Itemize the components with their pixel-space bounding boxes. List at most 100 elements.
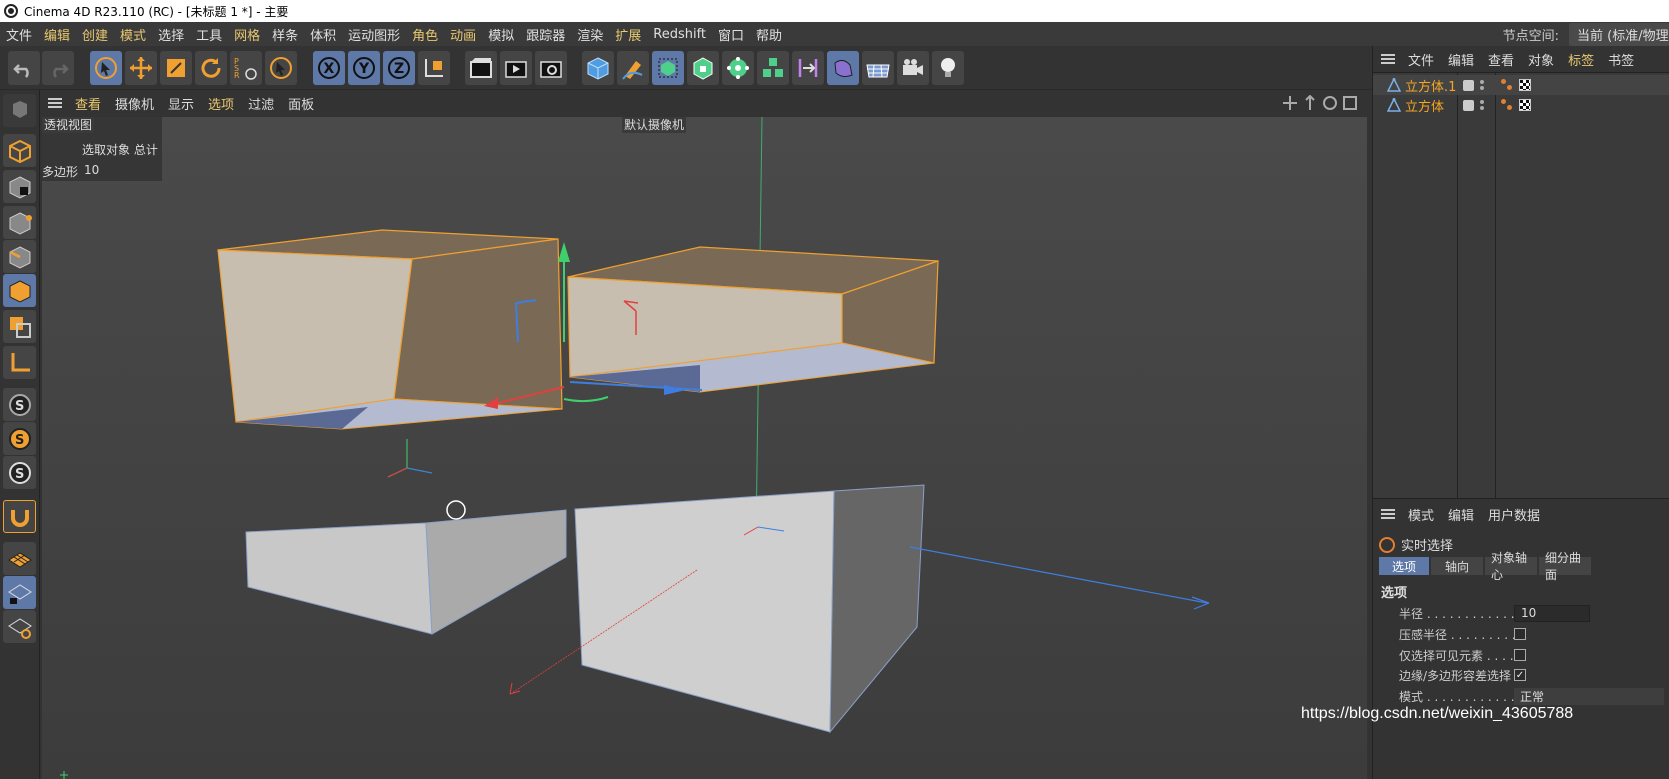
viewport-nav-icons[interactable] bbox=[1282, 95, 1362, 111]
menu-file[interactable]: 文件 bbox=[0, 25, 38, 44]
visibility-dots-icon[interactable] bbox=[1480, 80, 1484, 90]
magnet-icon[interactable] bbox=[3, 500, 36, 533]
objects-menu-view[interactable]: 查看 bbox=[1481, 50, 1521, 69]
object-name[interactable]: 立方体.1 bbox=[1405, 76, 1456, 95]
z-axis-icon[interactable]: Z bbox=[383, 51, 415, 85]
phong-tag-icon[interactable] bbox=[1501, 79, 1513, 91]
viewport-menu-icon[interactable] bbox=[48, 98, 62, 108]
object-row[interactable]: 立方体 bbox=[1373, 95, 1669, 115]
attributes-menu-user-data[interactable]: 用户数据 bbox=[1481, 505, 1547, 524]
extrude-icon[interactable] bbox=[687, 51, 719, 85]
menu-window[interactable]: 窗口 bbox=[712, 25, 750, 44]
render-region-icon[interactable] bbox=[465, 51, 497, 85]
tab-axis[interactable]: 轴向 bbox=[1431, 557, 1483, 575]
node-space-dropdown[interactable]: 当前 (标准/物理) bbox=[1569, 22, 1669, 46]
material-tag-icon[interactable] bbox=[1519, 79, 1531, 91]
layer-checkbox[interactable] bbox=[1463, 99, 1474, 111]
visible-only-checkbox[interactable] bbox=[1514, 649, 1526, 661]
radius-input[interactable]: 10 bbox=[1514, 604, 1590, 622]
menu-tracker[interactable]: 跟踪器 bbox=[520, 25, 571, 44]
cube-icon[interactable] bbox=[582, 51, 614, 85]
points-mode-icon[interactable] bbox=[3, 206, 36, 239]
phong-tag-icon[interactable] bbox=[1501, 99, 1513, 111]
menu-animate[interactable]: 动画 bbox=[444, 25, 482, 44]
y-axis-icon[interactable]: Y bbox=[348, 51, 380, 85]
move-icon[interactable] bbox=[125, 51, 157, 85]
coordinate-system-icon[interactable] bbox=[418, 51, 450, 85]
menu-edit[interactable]: 编辑 bbox=[38, 25, 76, 44]
scale-icon[interactable] bbox=[160, 51, 192, 85]
edge-poly-tolerance-checkbox[interactable]: ✓ bbox=[1514, 669, 1526, 681]
viewport-menu-options[interactable]: 选项 bbox=[201, 94, 241, 113]
menu-create[interactable]: 创建 bbox=[76, 25, 114, 44]
menu-extensions[interactable]: 扩展 bbox=[609, 25, 647, 44]
viewport-menu-view[interactable]: 查看 bbox=[68, 94, 108, 113]
tab-subdivision[interactable]: 细分曲面 bbox=[1539, 551, 1591, 582]
array-icon[interactable] bbox=[757, 51, 789, 85]
visibility-dots-icon[interactable] bbox=[1480, 100, 1484, 110]
model-mode-icon[interactable] bbox=[3, 134, 36, 167]
planar-workplane-icon[interactable] bbox=[3, 610, 36, 643]
render-settings-icon[interactable] bbox=[535, 51, 567, 85]
psr-icon[interactable]: PSR bbox=[230, 51, 262, 85]
deformer-icon[interactable] bbox=[827, 51, 859, 85]
live-select-icon[interactable] bbox=[90, 51, 122, 85]
menu-tools[interactable]: 工具 bbox=[190, 25, 228, 44]
viewport-menu-display[interactable]: 显示 bbox=[161, 94, 201, 113]
menu-mesh[interactable]: 网格 bbox=[228, 25, 266, 44]
menu-help[interactable]: 帮助 bbox=[750, 25, 788, 44]
menu-simulate[interactable]: 模拟 bbox=[482, 25, 520, 44]
x-axis-icon[interactable]: X bbox=[313, 51, 345, 85]
light-icon[interactable] bbox=[932, 51, 964, 85]
menu-mode[interactable]: 模式 bbox=[114, 25, 152, 44]
3d-viewport[interactable]: 透视视图 默认摄像机 选取对象 总计 多边形 10 bbox=[42, 117, 1367, 779]
texture-mode-icon[interactable] bbox=[3, 170, 36, 203]
cloner-icon[interactable] bbox=[722, 51, 754, 85]
menu-spline[interactable]: 样条 bbox=[266, 25, 304, 44]
make-editable-icon[interactable] bbox=[3, 94, 36, 127]
objects-menu-bookmarks[interactable]: 书签 bbox=[1601, 50, 1641, 69]
objects-menu-edit[interactable]: 编辑 bbox=[1441, 50, 1481, 69]
objects-menu-tags[interactable]: 标签 bbox=[1561, 50, 1601, 69]
object-row[interactable]: 立方体.1 bbox=[1373, 75, 1669, 95]
locked-workplane-icon[interactable] bbox=[3, 576, 36, 609]
floor-icon[interactable] bbox=[862, 51, 894, 85]
pen-icon[interactable] bbox=[617, 51, 649, 85]
viewport-menu-filter[interactable]: 过滤 bbox=[241, 94, 281, 113]
menu-volume[interactable]: 体积 bbox=[304, 25, 342, 44]
uv-mode-icon[interactable] bbox=[3, 310, 36, 343]
objects-menu-icon[interactable] bbox=[1381, 54, 1395, 64]
axis-mode-icon[interactable] bbox=[3, 346, 36, 379]
redo-icon[interactable] bbox=[42, 51, 74, 85]
mode-select[interactable]: 正常 bbox=[1514, 687, 1664, 705]
menu-mograph[interactable]: 运动图形 bbox=[342, 25, 406, 44]
tab-options[interactable]: 选项 bbox=[1379, 557, 1429, 575]
viewport-menu-cameras[interactable]: 摄像机 bbox=[108, 94, 161, 113]
menu-select[interactable]: 选择 bbox=[152, 25, 190, 44]
subdivision-icon[interactable] bbox=[652, 51, 684, 85]
symmetry-icon[interactable] bbox=[792, 51, 824, 85]
attributes-menu-icon[interactable] bbox=[1381, 509, 1395, 519]
material-tag-icon[interactable] bbox=[1519, 99, 1531, 111]
object-name[interactable]: 立方体 bbox=[1405, 96, 1444, 115]
camera-icon[interactable] bbox=[897, 51, 929, 85]
objects-menu-file[interactable]: 文件 bbox=[1401, 50, 1441, 69]
menu-render[interactable]: 渲染 bbox=[571, 25, 609, 44]
layer-checkbox[interactable] bbox=[1463, 79, 1474, 91]
undo-icon[interactable] bbox=[8, 51, 40, 85]
attributes-menu-mode[interactable]: 模式 bbox=[1401, 505, 1441, 524]
solo-hierarchy-icon[interactable]: S bbox=[3, 456, 36, 489]
rotate-icon[interactable] bbox=[195, 51, 227, 85]
viewport-menu-panel[interactable]: 面板 bbox=[281, 94, 321, 113]
render-view-icon[interactable] bbox=[500, 51, 532, 85]
menu-redshift[interactable]: Redshift bbox=[647, 27, 712, 42]
solo-icon[interactable]: S bbox=[3, 422, 36, 455]
edges-mode-icon[interactable] bbox=[3, 240, 36, 273]
workplane-icon[interactable] bbox=[3, 542, 36, 575]
menu-character[interactable]: 角色 bbox=[406, 25, 444, 44]
tab-object-axis[interactable]: 对象轴心 bbox=[1485, 551, 1537, 582]
pressure-radius-checkbox[interactable] bbox=[1514, 628, 1526, 640]
polygons-mode-icon[interactable] bbox=[3, 274, 36, 307]
objects-menu-object[interactable]: 对象 bbox=[1521, 50, 1561, 69]
recent-tool-icon[interactable] bbox=[265, 51, 297, 85]
